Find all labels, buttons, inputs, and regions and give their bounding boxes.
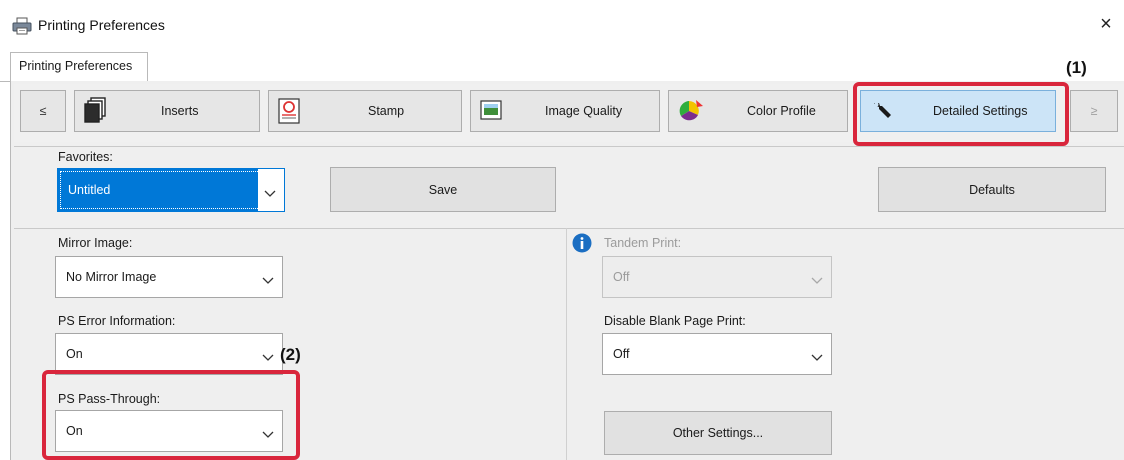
inserts-label: Inserts (161, 104, 199, 118)
chevron-down-icon (811, 350, 823, 361)
defaults-button[interactable]: Defaults (878, 167, 1106, 212)
other-settings-label: Other Settings... (672, 426, 764, 440)
tandem-print-select: Off (602, 256, 832, 298)
color-profile-icon (677, 97, 703, 125)
disable-blank-page-select[interactable]: Off (602, 333, 832, 375)
chevron-down-icon (264, 186, 276, 197)
column-divider (566, 228, 567, 460)
scroll-left-label: ≤ (39, 104, 47, 118)
close-button[interactable]: × (1094, 12, 1118, 36)
image-quality-label: Image Quality (545, 104, 623, 118)
defaults-label: Defaults (969, 182, 1015, 197)
inserts-icon (83, 97, 109, 125)
callout-label-1: (1) (1066, 58, 1087, 77)
mirror-image-value: No Mirror Image (66, 270, 157, 284)
image-quality-button[interactable]: Image Quality (470, 90, 660, 132)
callout-box-2 (42, 370, 300, 460)
color-profile-button[interactable]: Color Profile (668, 90, 848, 132)
printer-icon (12, 17, 32, 35)
save-button[interactable]: Save (330, 167, 556, 212)
favorites-separator (14, 228, 1124, 229)
disable-blank-page-label: Disable Blank Page Print: (604, 314, 746, 328)
tandem-print-label: Tandem Print: (604, 236, 682, 250)
info-icon[interactable] (572, 233, 592, 253)
window-title: Printing Preferences (38, 17, 165, 33)
title-bar (0, 0, 1124, 46)
chevron-down-icon (262, 273, 274, 284)
chevron-down-icon (811, 273, 823, 284)
scroll-right-label: ≥ (1090, 104, 1098, 118)
favorites-label: Favorites: (58, 150, 113, 164)
stamp-button[interactable]: Stamp (268, 90, 462, 132)
ps-error-info-label: PS Error Information: (58, 314, 176, 328)
scroll-right-button[interactable]: ≥ (1070, 90, 1118, 132)
other-settings-button[interactable]: Other Settings... (604, 411, 832, 455)
image-quality-icon (479, 97, 505, 125)
callout-label-2: (2) (280, 345, 301, 364)
ps-error-info-value: On (66, 347, 83, 361)
stamp-icon (277, 97, 303, 125)
toolbar-separator (14, 146, 1124, 147)
stamp-label: Stamp (368, 104, 405, 118)
tab-printing-preferences[interactable]: Printing Preferences (10, 52, 148, 82)
tab-strip-line (0, 81, 10, 82)
inserts-button[interactable]: Inserts (74, 90, 260, 132)
callout-box-1 (853, 82, 1069, 146)
scroll-left-button[interactable]: ≤ (20, 90, 66, 132)
ps-error-info-select[interactable]: On (55, 333, 283, 375)
save-label: Save (428, 182, 458, 197)
favorites-value: Untitled (68, 183, 111, 197)
favorites-label-text: Favorites: (58, 150, 113, 164)
favorites-select[interactable]: Untitled (57, 168, 285, 212)
color-profile-label: Color Profile (747, 104, 816, 118)
tandem-print-value: Off (613, 270, 630, 284)
chevron-down-icon (262, 350, 274, 361)
mirror-image-select[interactable]: No Mirror Image (55, 256, 283, 298)
disable-blank-page-value: Off (613, 347, 630, 361)
mirror-image-label: Mirror Image: (58, 236, 133, 250)
